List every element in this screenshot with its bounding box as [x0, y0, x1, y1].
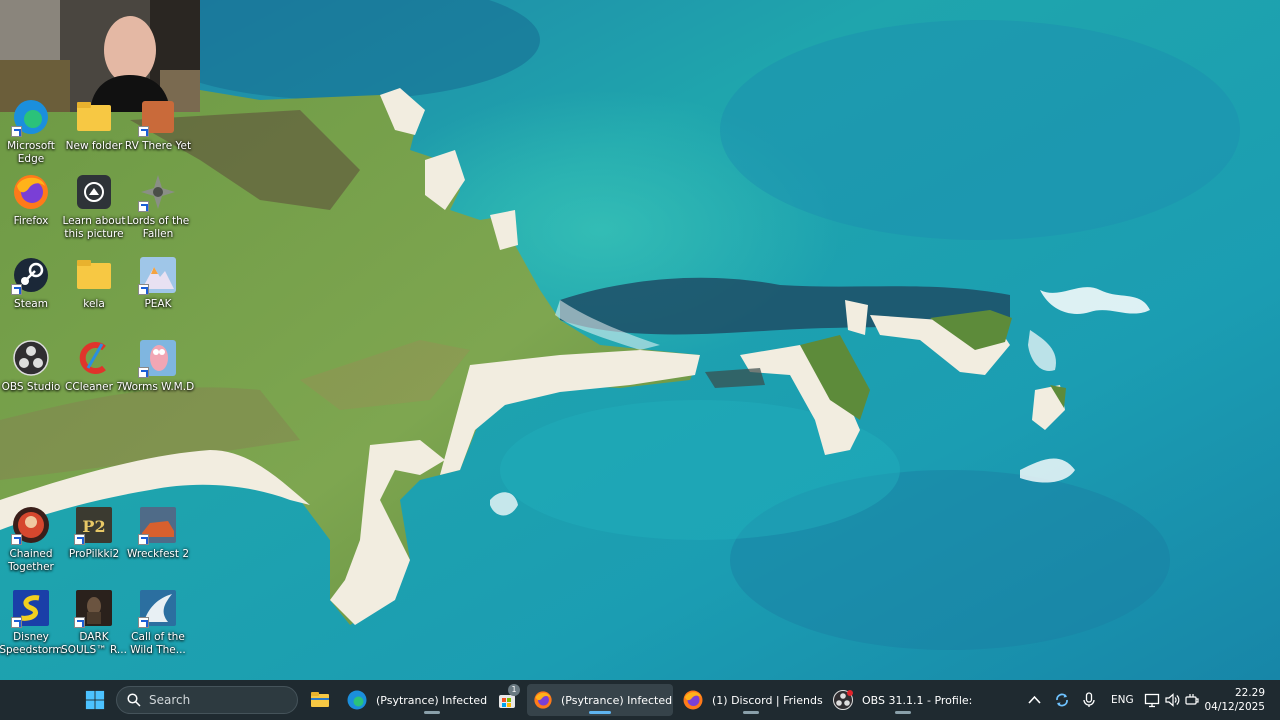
start-button[interactable]	[80, 684, 110, 716]
game-icon	[138, 338, 178, 378]
shortcut-arrow-icon	[74, 617, 85, 628]
game-icon	[11, 588, 51, 628]
taskbar-file-explorer[interactable]	[306, 684, 334, 716]
shortcut-arrow-icon	[11, 617, 22, 628]
running-indicator	[589, 711, 611, 714]
microphone-icon[interactable]	[1082, 692, 1096, 708]
shortcut-arrow-icon	[138, 534, 149, 545]
desktop-icon-rv-there-yet[interactable]: RV There Yet	[125, 93, 191, 153]
shortcut-arrow-icon	[138, 367, 149, 378]
shortcut-arrow-icon	[138, 201, 149, 212]
firefox-icon	[534, 691, 552, 709]
obs-icon	[833, 690, 853, 710]
shortcut-arrow-icon	[11, 534, 22, 545]
system-clock[interactable]: 22.29 04/12/2025	[1204, 686, 1265, 714]
camera-icon	[74, 172, 114, 212]
game-icon: P2	[74, 505, 114, 545]
shortcut-arrow-icon	[138, 284, 149, 295]
power-plug-icon[interactable]	[1184, 692, 1200, 708]
game-icon	[11, 505, 51, 545]
desktop-icon-label: Call of the Wild The...	[130, 631, 186, 656]
desktop-icon-steam[interactable]: Steam	[0, 251, 63, 311]
svg-text:P2: P2	[82, 517, 105, 536]
running-indicator	[743, 711, 759, 714]
game-icon	[138, 588, 178, 628]
desktop-icon-label: Worms W.M.D	[121, 381, 195, 393]
store-badge: 1	[508, 684, 520, 696]
ccleaner-icon	[74, 338, 114, 378]
desktop-icon-chained-together[interactable]: Chained Together	[0, 501, 63, 574]
taskbar: Search (Psytrance) Infected Mu 1 (Psytra…	[0, 680, 1280, 720]
desktop-icon-dark-souls[interactable]: DARK SOULS™ R...	[61, 584, 127, 657]
running-indicator	[424, 711, 440, 714]
desktop-icon-worms-wmd[interactable]: Worms W.M.D	[122, 334, 194, 394]
taskbar-obs-window[interactable]: OBS 31.1.1 - Profile: Unti	[828, 684, 978, 716]
taskbar-search-box[interactable]: Search	[116, 686, 298, 714]
desktop-icon-label: Wreckfest 2	[126, 548, 190, 560]
firefox-icon	[11, 172, 51, 212]
desktop-icon-obs-studio[interactable]: OBS Studio	[0, 334, 63, 394]
taskbar-firefox-window-active[interactable]: (Psytrance) Infected Mu	[527, 684, 673, 716]
desktop-icon-label: RV There Yet	[124, 140, 192, 152]
chevron-up-icon[interactable]	[1028, 694, 1041, 706]
game-icon	[74, 588, 114, 628]
desktop-icon-call-of-the-wild[interactable]: Call of the Wild The...	[126, 584, 190, 657]
desktop-icon-learn-about-this-picture[interactable]: Learn about this picture	[62, 168, 126, 241]
taskbar-window-title: (Psytrance) Infected Mu	[376, 693, 488, 707]
folder-icon	[311, 692, 329, 707]
shortcut-arrow-icon	[11, 126, 22, 137]
taskbar-store[interactable]: 1	[494, 684, 520, 716]
desktop-icon-firefox[interactable]: Firefox	[0, 168, 63, 228]
desktop-icon-peak[interactable]: PEAK	[126, 251, 190, 311]
folder-icon	[74, 255, 114, 295]
folder-icon	[74, 97, 114, 137]
sync-icon[interactable]	[1054, 692, 1070, 708]
edge-icon	[347, 690, 367, 710]
steam-icon	[11, 255, 51, 295]
search-placeholder: Search	[149, 693, 191, 707]
desktop-icon-propilkki2[interactable]: P2 ProPilkki2	[62, 501, 126, 561]
shortcut-arrow-icon	[138, 617, 149, 628]
shortcut-arrow-icon	[11, 284, 22, 295]
taskbar-window-title: (1) Discord | Friends — M	[712, 693, 824, 707]
language-indicator[interactable]: ENG	[1111, 694, 1134, 706]
clock-time: 22.29	[1234, 687, 1265, 699]
desktop-icon-lords-of-the-fallen[interactable]: Lords of the Fallen	[126, 168, 190, 241]
desktop-icon-label: Lords of the Fallen	[126, 215, 190, 240]
search-icon	[127, 693, 141, 707]
edge-icon	[11, 97, 51, 137]
desktop-icon-wreckfest-2[interactable]: Wreckfest 2	[126, 501, 190, 561]
game-icon	[138, 255, 178, 295]
network-icon[interactable]	[1144, 692, 1160, 708]
desktop-icon-ccleaner-7[interactable]: CCleaner 7	[62, 334, 126, 394]
game-icon	[138, 97, 178, 137]
running-indicator	[895, 711, 911, 714]
windows-logo-icon	[85, 690, 105, 710]
shortcut-arrow-icon	[138, 126, 149, 137]
taskbar-firefox-discord-window[interactable]: (1) Discord | Friends — M	[678, 684, 824, 716]
desktop-icon-label: PEAK	[144, 298, 172, 310]
shortcut-arrow-icon	[74, 534, 85, 545]
obs-icon	[11, 338, 51, 378]
desktop-icon-new-folder[interactable]: New folder	[62, 93, 126, 153]
taskbar-window-title: (Psytrance) Infected Mu	[561, 693, 673, 707]
game-icon	[138, 505, 178, 545]
game-icon	[138, 172, 178, 212]
firefox-icon	[683, 690, 703, 710]
desktop-icon-disney-speedstorm[interactable]: Disney Speedstorm	[0, 584, 63, 657]
taskbar-window-title: OBS 31.1.1 - Profile: Unti	[862, 693, 974, 707]
desktop-icon-kela[interactable]: kela	[62, 251, 126, 311]
volume-icon[interactable]	[1164, 692, 1180, 708]
desktop-icon-microsoft-edge[interactable]: Microsoft Edge	[0, 93, 63, 166]
clock-date: 04/12/2025	[1204, 701, 1265, 713]
